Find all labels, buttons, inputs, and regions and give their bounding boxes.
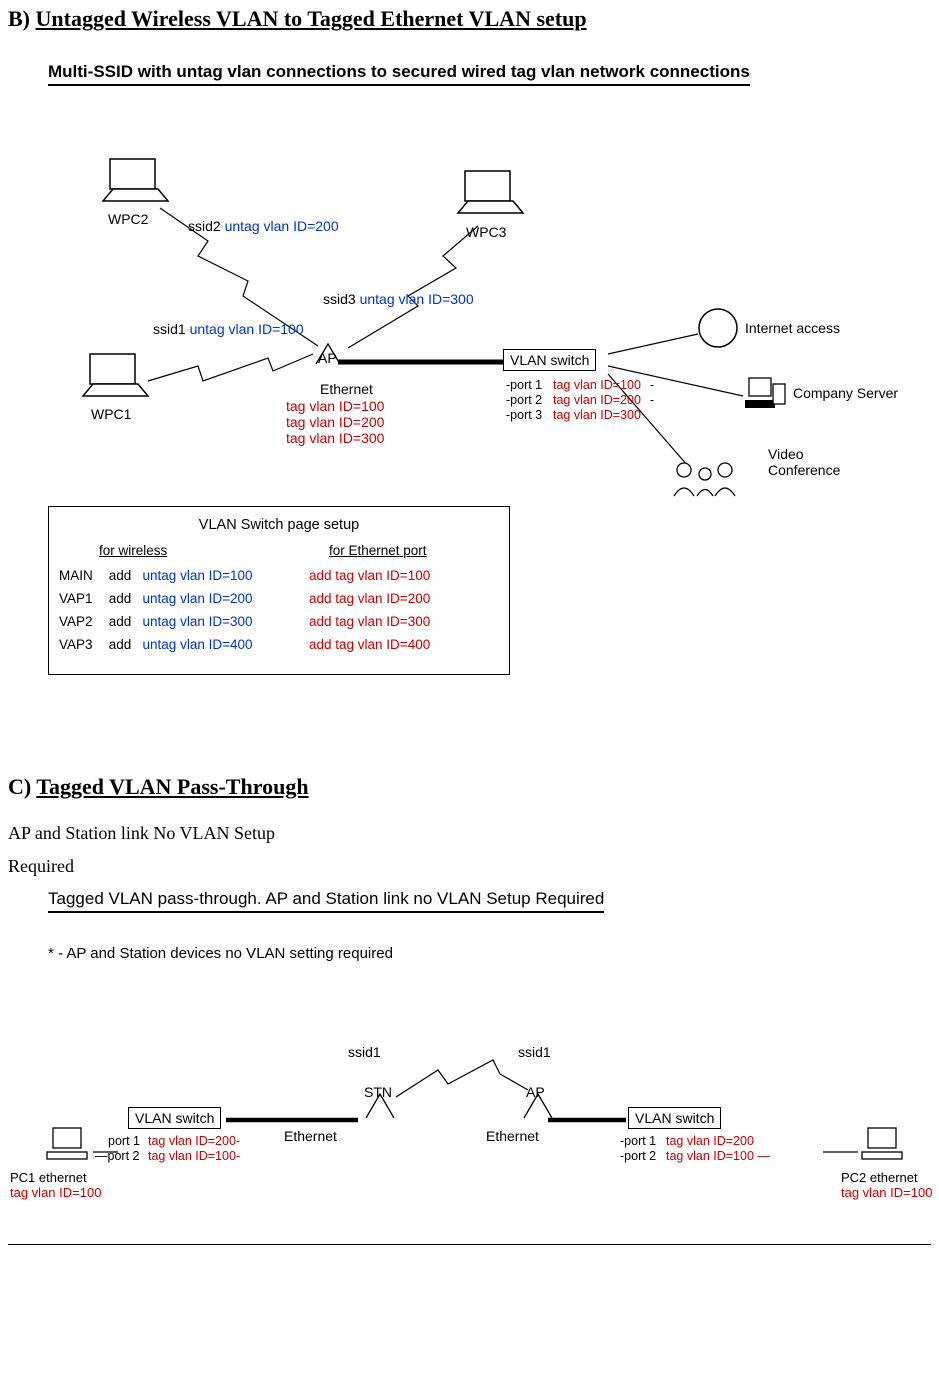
ethernet-label: Ethernet: [320, 381, 373, 397]
ssid1-right: ssid1: [518, 1044, 551, 1060]
setup-row-0: MAIN add untag vlan ID=100: [59, 568, 309, 583]
setup-row-3: VAP3 add untag vlan ID=400: [59, 637, 309, 652]
figure-b-stage: WPC2 WPC3 WPC1 ssid2 untag vlan ID=200 s…: [48, 96, 928, 736]
setup-eth-0: add tag vlan ID=100: [309, 568, 499, 583]
apC-label: AP: [526, 1084, 545, 1100]
vlan-switch-right: VLAN switch: [628, 1107, 721, 1129]
pc1-label-a: PC1 ethernet: [10, 1170, 87, 1185]
untag200-text: untag vlan ID=200: [225, 218, 339, 234]
pc2-label-b: tag vlan ID=100: [841, 1185, 932, 1200]
pc1-label-b: tag vlan ID=100: [10, 1185, 101, 1200]
pc2-label-a: PC2 ethernet: [841, 1170, 918, 1185]
dash2: -: [650, 393, 654, 407]
figure-c-note: * - AP and Station devices no VLAN setti…: [48, 945, 931, 962]
section-c-heading: C) Tagged VLAN Pass-Through: [8, 774, 931, 800]
portR2: -port 2: [620, 1149, 656, 1163]
internet-icon: [696, 306, 740, 355]
company-label: Company Server: [793, 385, 898, 401]
section-c-prefix: C): [8, 774, 36, 799]
tagL2: tag vlan ID=100-: [148, 1149, 240, 1163]
setup-row-1: VAP1 add untag vlan ID=200: [59, 591, 309, 606]
section-c-body1: AP and Station link No VLAN Setup: [8, 818, 931, 849]
tagL1: tag vlan ID=200-: [148, 1134, 240, 1148]
setup-eth-2: add tag vlan ID=300: [309, 614, 499, 629]
tagR2: tag vlan ID=100 —: [666, 1149, 770, 1163]
wpc3-label: WPC3: [466, 224, 506, 240]
figure-b: Multi-SSID with untag vlan connections t…: [48, 62, 931, 736]
p3tag: tag vlan ID=300: [553, 408, 641, 422]
figure-c: Tagged VLAN pass-through. AP and Station…: [48, 889, 931, 1242]
video-label-2: Conference: [768, 462, 840, 478]
setup-eth-1: add tag vlan ID=200: [309, 591, 499, 606]
section-b-heading: B) Untagged Wireless VLAN to Tagged Ethe…: [8, 6, 931, 32]
company-server-icon: [745, 376, 787, 417]
tagR1: tag vlan ID=200: [666, 1134, 754, 1148]
ssid1-text: ssid1: [153, 321, 186, 337]
stn-label: STN: [364, 1084, 392, 1100]
section-c-title: Tagged VLAN Pass-Through: [36, 774, 308, 799]
port1-label: -port 1: [506, 378, 542, 392]
dash1: -: [650, 378, 654, 392]
vlan-setup-title: VLAN Switch page setup: [59, 517, 499, 533]
portR1: -port 1: [620, 1134, 656, 1148]
ap-label: AP: [318, 350, 337, 366]
vlan-switch-left: VLAN switch: [128, 1107, 221, 1129]
video-conf-icon: [670, 458, 740, 505]
section-b-prefix: B): [8, 6, 36, 31]
ssid2-label: ssid2 untag vlan ID=200: [188, 218, 339, 234]
ssid3-label: ssid3 untag vlan ID=300: [323, 291, 474, 307]
ssid3-text: ssid3: [323, 291, 356, 307]
wpc1-label: WPC1: [91, 406, 131, 422]
wpc2-icon: [98, 156, 173, 216]
ethtag300: tag vlan ID=300: [286, 430, 384, 446]
ethtag100: tag vlan ID=100: [286, 398, 384, 414]
vlan-switch-box: VLAN switch: [503, 349, 596, 371]
internet-label: Internet access: [745, 320, 840, 336]
section-c-body2: Required: [8, 851, 931, 882]
eth-right: Ethernet: [486, 1128, 539, 1144]
figure-b-title: Multi-SSID with untag vlan connections t…: [48, 62, 750, 86]
ethtag200: tag vlan ID=200: [286, 414, 384, 430]
wpc3-icon: [453, 168, 528, 228]
setup-eth-3: add tag vlan ID=400: [309, 637, 499, 652]
untag100-text: untag vlan ID=100: [190, 321, 304, 337]
eth-left: Ethernet: [284, 1128, 337, 1144]
setup-head-wireless: for wireless: [59, 543, 309, 558]
ssid1-label: ssid1 untag vlan ID=100: [153, 321, 304, 337]
ssid1-left: ssid1: [348, 1044, 381, 1060]
portL2: —port 2: [95, 1149, 139, 1163]
setup-row-2: VAP2 add untag vlan ID=300: [59, 614, 309, 629]
ssid2-text: ssid2: [188, 218, 221, 234]
untag300-text: untag vlan ID=300: [360, 291, 474, 307]
section-b-title: Untagged Wireless VLAN to Tagged Etherne…: [36, 6, 587, 31]
p1tag: tag vlan ID=100: [553, 378, 641, 392]
wpc1-icon: [78, 351, 153, 411]
vlan-setup-box: VLAN Switch page setup for wireless MAIN…: [48, 506, 510, 675]
p2tag: tag vlan ID=200: [553, 393, 641, 407]
bottom-rule: [8, 1244, 931, 1245]
pc1-icon: [43, 1124, 93, 1169]
port2-label: -port 2: [506, 393, 542, 407]
setup-head-eth: for Ethernet port: [309, 543, 499, 558]
port3-label: -port 3: [506, 408, 542, 422]
pc2-icon: [858, 1124, 908, 1169]
figure-c-title: Tagged VLAN pass-through. AP and Station…: [48, 889, 604, 913]
portL1: port 1: [108, 1134, 140, 1148]
wpc2-label: WPC2: [108, 211, 148, 227]
video-label-1: Video: [768, 446, 804, 462]
figure-c-stage: ssid1 ssid1 STN AP VLAN switch Ethernet …: [48, 992, 928, 1242]
